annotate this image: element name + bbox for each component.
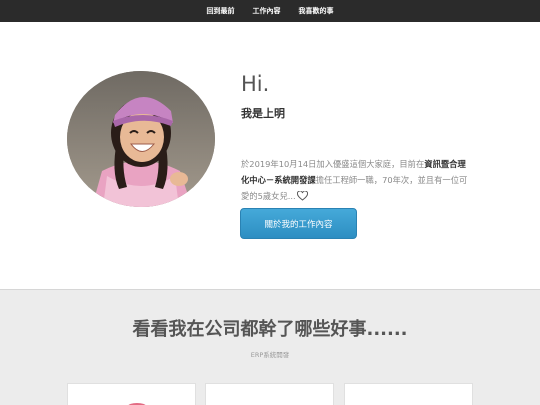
work-card[interactable] [67,383,196,405]
nav-link-work[interactable]: 工作內容 [253,0,281,22]
heart-icon [296,190,308,206]
nav-link-home[interactable]: 回到最前 [207,0,235,22]
nav-link-hobbies[interactable]: 我喜歡的事 [299,0,334,22]
greeting-heading: Hi. [241,72,270,96]
hero-section: Hi. 我是上明 於2019年10月14日加入優盛這個大家庭，目前在資訊暨合理化… [0,22,540,290]
intro-text: 於2019年10月14日加入優盛這個大家庭，目前在 [241,159,425,169]
name-heading: 我是上明 [241,107,285,120]
intro-paragraph: 於2019年10月14日加入優盛這個大家庭，目前在資訊暨合理化中心－系統開發課擔… [241,156,469,206]
top-navigation: 回到最前 工作內容 我喜歡的事 [0,0,540,22]
work-card[interactable] [344,383,473,405]
section-subtitle: ERP系統開發 [250,351,290,359]
profile-photo [67,71,215,207]
profile-photo-image [67,71,215,207]
work-card[interactable] [205,383,334,405]
section-title: 看看我在公司都幹了哪些好事...... [132,319,408,340]
about-work-button[interactable]: 關於我的工作內容 [240,208,357,239]
